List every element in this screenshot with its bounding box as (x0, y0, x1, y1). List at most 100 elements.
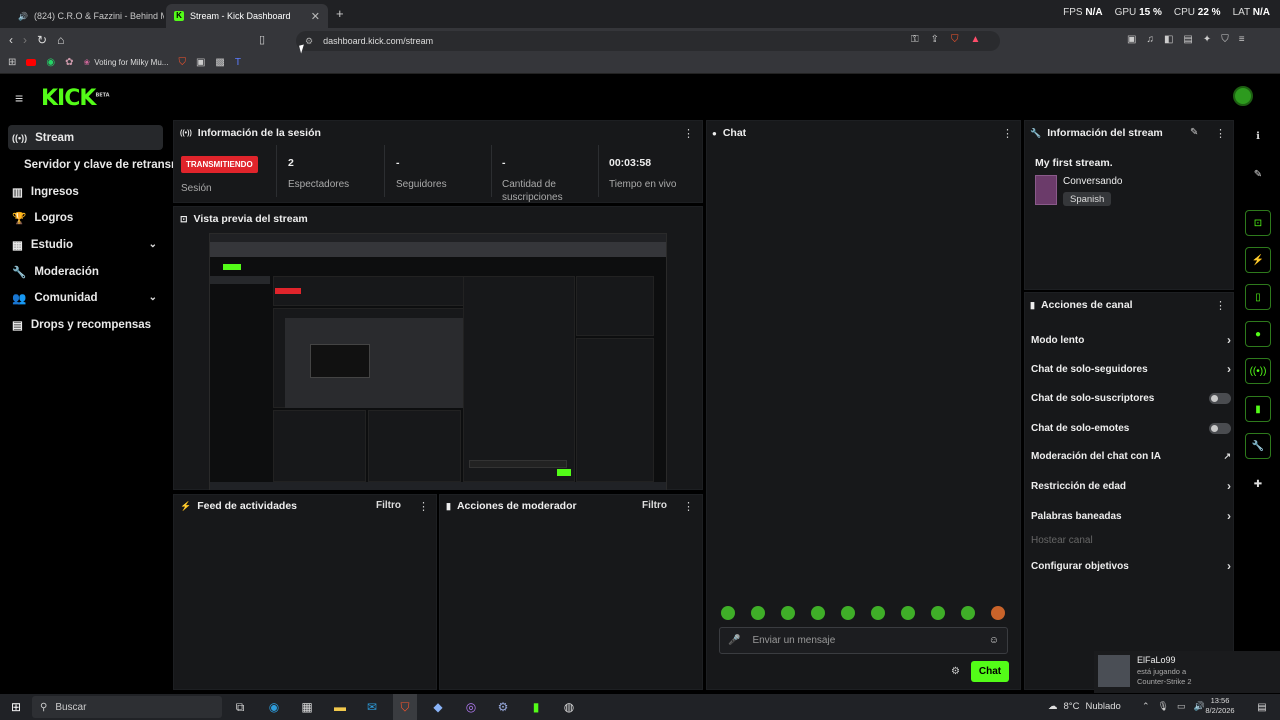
bookmark-voting[interactable]: ❀ Voting for Milky Mu... (84, 58, 169, 67)
category-name[interactable]: Conversando (1063, 176, 1122, 187)
bookmark-icon-3[interactable]: ✿ (65, 57, 73, 68)
mod-filter-button[interactable]: Filtro (642, 500, 667, 511)
emote-6-icon[interactable] (871, 606, 885, 620)
sidebar-item-stream[interactable]: ((•)) Stream (8, 125, 163, 150)
browser-tab-youtube[interactable]: 🔊 (824) C.R.O & Fazzini - Behind M (4, 4, 164, 28)
brave-bookmark-icon[interactable]: ⛉ (178, 57, 186, 68)
kick-taskbar-icon[interactable]: ▮ (524, 694, 548, 720)
windows-start-icon[interactable]: ⊞ (4, 694, 28, 720)
task-view-icon[interactable]: ⧉ (228, 694, 252, 720)
info-icon[interactable]: ℹ (1245, 123, 1271, 149)
stream-preview-video[interactable] (209, 233, 667, 490)
action-followers-only[interactable]: Chat de solo-seguidores › (1031, 359, 1231, 379)
emote-8-icon[interactable] (931, 606, 945, 620)
password-key-icon[interactable]: ⚿ (911, 34, 919, 45)
feed-filter-button[interactable]: Filtro (376, 500, 401, 511)
bookmark-icon-6[interactable]: ▣ (196, 57, 205, 68)
steam-icon[interactable]: ⚙ (491, 694, 515, 720)
weather-widget[interactable]: ☁ 8°C Nublado (1048, 701, 1121, 712)
edit-pencil-icon[interactable]: ✎ (1190, 127, 1198, 138)
action-age-restriction[interactable]: Restricción de edad › (1031, 476, 1231, 496)
sidebar-item-comunidad[interactable]: 👥 Comunidad ⌄ (8, 285, 163, 310)
rail-wrench-icon[interactable]: 🔧 (1245, 433, 1271, 459)
chat-send-button[interactable]: Chat (971, 661, 1009, 682)
network-icon[interactable]: ▭ (1177, 701, 1186, 712)
apps-grid-icon[interactable]: ⊞ (8, 57, 16, 68)
action-slow-mode[interactable]: Modo lento › (1031, 330, 1231, 350)
sidebar-toggle-icon[interactable]: ◧ (1164, 34, 1173, 45)
whatsapp-bookmark-icon[interactable]: ◉ (46, 57, 55, 68)
rail-lightning-icon[interactable]: ⚡ (1245, 247, 1271, 273)
close-tab-icon[interactable]: ✕ (311, 10, 320, 23)
chat-input[interactable]: 🎤 Enviar un mensaje ☺ (719, 627, 1008, 654)
kick-logo[interactable]: KICKBETA (41, 86, 110, 111)
action-configure-goals[interactable]: Configurar objetivos › (1031, 556, 1231, 576)
sidebar-item-ingresos[interactable]: ▥ Ingresos (8, 179, 163, 204)
chevron-down-icon[interactable]: ⌄ (149, 292, 157, 303)
sidebar-item-server-key[interactable]: Servidor y clave de retransm (20, 152, 180, 177)
back-icon[interactable]: ‹ (9, 33, 13, 47)
emote-1-icon[interactable] (721, 606, 735, 620)
emote-3-icon[interactable] (781, 606, 795, 620)
brave-rewards-icon[interactable]: ▲ (971, 34, 981, 45)
url-bar[interactable]: ⚙ dashboard.kick.com/stream (296, 31, 1000, 51)
mic-tray-icon[interactable]: 🎙 (1158, 701, 1169, 712)
brave-taskbar-icon[interactable]: ⛉ (393, 694, 417, 720)
bookmark-icon-8[interactable]: T (235, 57, 241, 68)
share-icon[interactable]: ⇪ (931, 34, 939, 45)
chat-options-icon[interactable]: ⋮ (1002, 127, 1013, 140)
store-icon[interactable]: ▦ (295, 694, 319, 720)
mod-options-icon[interactable]: ⋮ (683, 500, 694, 513)
vpn-icon[interactable]: ⛉ (1221, 34, 1229, 45)
extensions-icon[interactable]: ✦ (1203, 34, 1211, 45)
edit-icon[interactable]: ✎ (1245, 161, 1271, 187)
taskbar-search[interactable]: ⚲ Buscar (32, 696, 222, 718)
rail-add-widget-icon[interactable]: ✚ (1245, 471, 1271, 497)
reload-icon[interactable]: ↻ (37, 33, 47, 47)
notifications-icon[interactable]: ▤ (1250, 694, 1274, 720)
rail-document-icon[interactable]: ▯ (1245, 284, 1271, 310)
youtube-bookmark-icon[interactable] (26, 59, 37, 66)
emote-5-icon[interactable] (841, 606, 855, 620)
emote-7-icon[interactable] (901, 606, 915, 620)
game-notification[interactable]: ElFaLo99 está jugando a Counter-Strike 2 (1094, 651, 1280, 693)
chevron-up-icon[interactable]: ⌃ (1142, 701, 1150, 712)
hamburger-menu-icon[interactable]: ≡ (15, 90, 23, 106)
system-clock[interactable]: 13:56 8/2/2026 (1200, 696, 1240, 716)
action-emotes-only[interactable]: Chat de solo-emotes (1031, 418, 1231, 438)
bookmark-icon-7[interactable]: ▩ (215, 57, 224, 68)
screenshot-icon[interactable]: ▣ (1127, 34, 1136, 45)
file-explorer-icon[interactable]: ▬ (328, 694, 352, 720)
edge-icon[interactable]: ◉ (262, 694, 286, 720)
session-options-icon[interactable]: ⋮ (683, 127, 694, 140)
menu-icon[interactable]: ≡ (1239, 34, 1245, 45)
obs-icon[interactable]: ◎ (459, 694, 483, 720)
browser-tab-kick[interactable]: K Stream - Kick Dashboard ✕ (166, 4, 328, 28)
emote-2-icon[interactable] (751, 606, 765, 620)
rail-chat-icon[interactable]: ● (1245, 321, 1271, 347)
chevron-down-icon[interactable]: ⌄ (149, 239, 157, 250)
sidebar-item-moderacion[interactable]: 🔧 Moderación (8, 259, 163, 284)
emoji-picker-icon[interactable]: ☺ (989, 635, 999, 646)
new-tab-button[interactable]: + (336, 6, 344, 21)
site-info-icon[interactable]: ⚙ (305, 36, 313, 47)
user-avatar[interactable] (1233, 86, 1253, 106)
microphone-icon[interactable]: 🎤 (728, 635, 740, 646)
wallet-icon[interactable]: ▤ (1183, 34, 1192, 45)
rail-broadcast-icon[interactable]: ((•)) (1245, 358, 1271, 384)
sidebar-item-logros[interactable]: 🏆 Logros (8, 205, 163, 230)
music-icon[interactable]: ♫ (1146, 34, 1154, 45)
rail-actions-icon[interactable]: ▮ (1245, 396, 1271, 422)
forward-icon[interactable]: › (23, 33, 27, 47)
feed-options-icon[interactable]: ⋮ (418, 500, 429, 513)
sidebar-item-estudio[interactable]: ▦ Estudio ⌄ (8, 232, 163, 257)
emotes-only-toggle[interactable] (1209, 422, 1231, 434)
app-taskbar-icon[interactable]: ◍ (557, 694, 581, 720)
channel-actions-options-icon[interactable]: ⋮ (1215, 299, 1226, 312)
emote-9-icon[interactable] (961, 606, 975, 620)
discord-icon[interactable]: ◆ (426, 694, 450, 720)
action-banned-words[interactable]: Palabras baneadas › (1031, 506, 1231, 526)
brave-shield-icon[interactable]: ⛉ (951, 34, 959, 45)
home-icon[interactable]: ⌂ (57, 33, 64, 47)
action-ai-moderation[interactable]: Moderación del chat con IA ↗ (1031, 446, 1231, 466)
